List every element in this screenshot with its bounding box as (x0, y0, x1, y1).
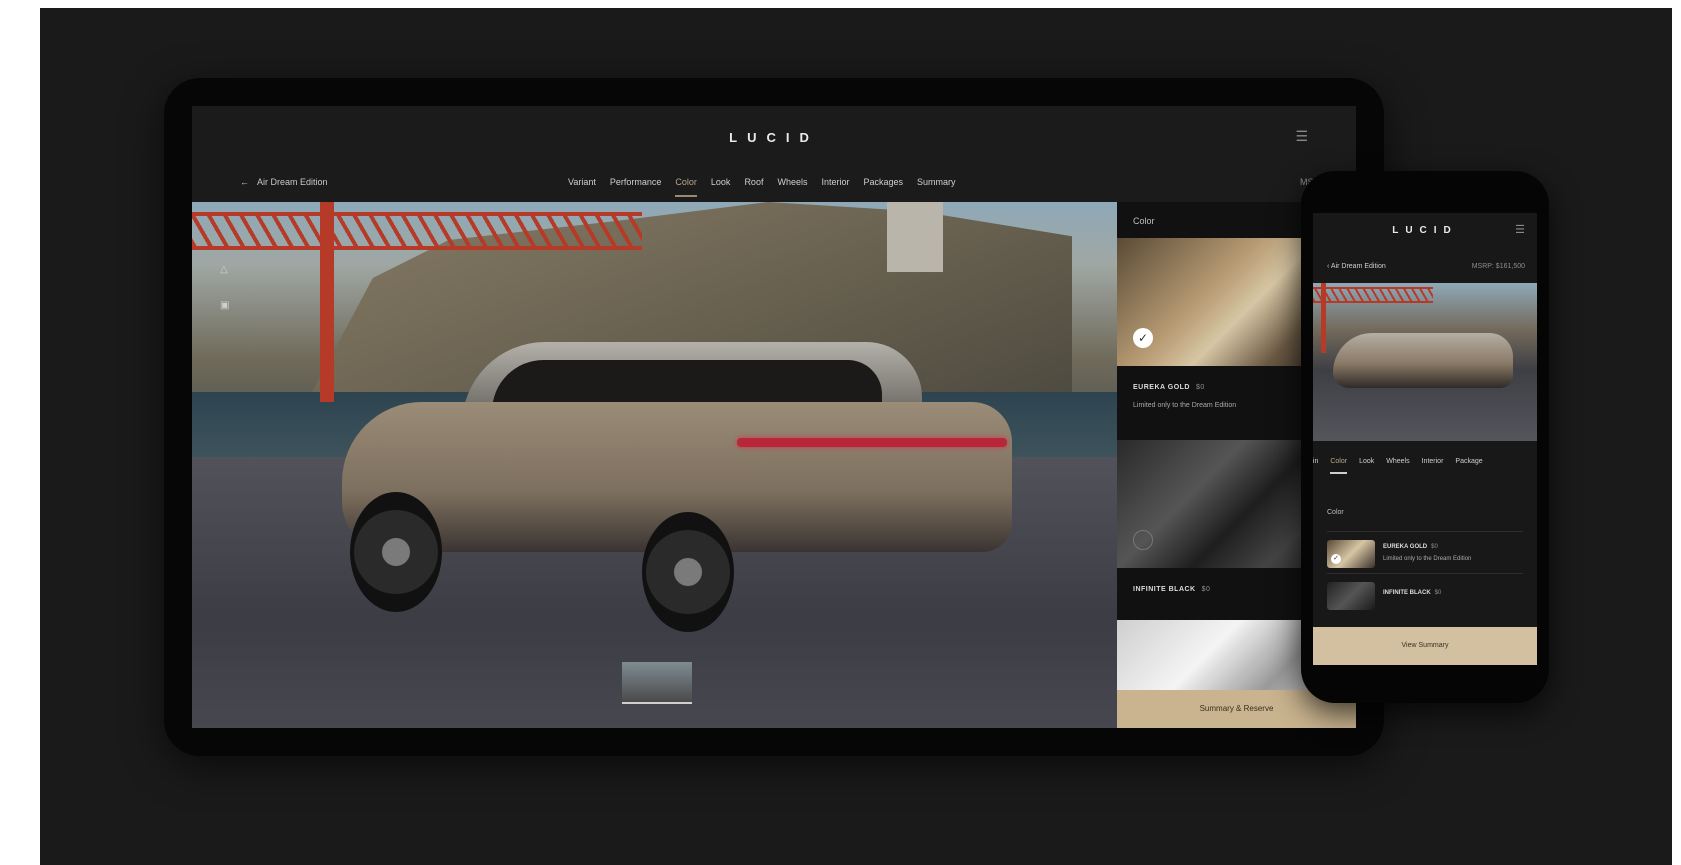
car-render (1333, 333, 1513, 388)
color-price: $0 (1201, 586, 1211, 593)
color-price: $0 (1195, 384, 1205, 391)
color-option-gold[interactable]: ✓ EUREKA GOLD $0 Limited only to the Drea… (1327, 531, 1523, 574)
tab-look[interactable]: Look (711, 177, 731, 187)
tab-color[interactable]: Color (1330, 458, 1347, 474)
car-wheel-rear (642, 512, 734, 632)
tab-look[interactable]: Look (1359, 458, 1374, 465)
section-label: Color (1327, 509, 1344, 516)
color-description: Limited only to the Dream Edition (1133, 402, 1237, 409)
color-name: EUREKA GOLD $0 (1133, 384, 1205, 391)
phone-device: LUCID ☰ ‹ Air Dream Edition MSRP: $161,5… (1301, 171, 1549, 703)
phone-screen: LUCID ☰ ‹ Air Dream Edition MSRP: $161,5… (1313, 213, 1537, 665)
tab-packages[interactable]: Package (1455, 458, 1482, 465)
check-icon: ✓ (1331, 554, 1341, 564)
color-name-label: INFINITE BLACK (1383, 590, 1431, 596)
camera-icon[interactable]: ▣ (220, 300, 229, 311)
configurator-tabs: Variant Performance Color Look Roof Whee… (568, 177, 956, 197)
back-link[interactable]: ‹ Air Dream Edition (1327, 263, 1386, 270)
tab-wheels[interactable]: Wheels (777, 177, 807, 187)
tab-performance[interactable]: Performance (610, 177, 662, 187)
back-label: Air Dream Edition (1330, 263, 1386, 270)
bridge-deck (192, 212, 642, 250)
car-hero-image[interactable]: △ ▣ (192, 202, 1117, 728)
back-label: Air Dream Edition (257, 177, 328, 187)
check-icon: ✓ (1133, 328, 1153, 348)
color-swatch (1327, 582, 1375, 610)
brand-logo[interactable]: LUCID (1313, 225, 1537, 236)
back-link[interactable]: ← Air Dream Edition (240, 177, 328, 187)
bridge-deck (1313, 287, 1433, 303)
tab-variant[interactable]: Variant (568, 177, 596, 187)
tab-packages[interactable]: Packages (863, 177, 903, 187)
configurator-tabs: ain Color Look Wheels Interior Package (1313, 458, 1483, 474)
car-taillight (737, 438, 1007, 447)
tab-roof[interactable]: Roof (744, 177, 763, 187)
view-summary-button[interactable]: View Summary (1313, 627, 1537, 665)
hamburger-icon[interactable]: ☰ (1515, 223, 1525, 236)
chevron-left-icon: ‹ (1327, 263, 1330, 270)
radio-circle-icon[interactable] (1133, 530, 1153, 550)
color-name: INFINITE BLACK $0 (1133, 586, 1210, 593)
hamburger-icon[interactable]: ☰ (1295, 128, 1308, 145)
tab-interior[interactable]: Interior (821, 177, 849, 187)
tab-interior[interactable]: Interior (1422, 458, 1444, 465)
tab-summary[interactable]: Summary (917, 177, 956, 187)
tab-wheels[interactable]: Wheels (1386, 458, 1409, 465)
tablet-device: LUCID ☰ ← Air Dream Edition Variant Perf… (164, 78, 1384, 756)
msrp-price: MSRP: $161,500 (1471, 263, 1525, 270)
section-label: Color (1133, 216, 1155, 226)
color-option-black[interactable]: INFINITE BLACK $0 (1327, 573, 1523, 616)
gallery-thumbnail[interactable] (622, 662, 692, 704)
tab-color[interactable]: Color (675, 177, 697, 197)
color-name: INFINITE BLACK $0 (1383, 590, 1441, 596)
color-name-label: EUREKA GOLD (1133, 384, 1190, 391)
tab-partial[interactable]: ain (1313, 458, 1318, 465)
color-name-label: INFINITE BLACK (1133, 586, 1196, 593)
arrow-left-icon: ← (240, 177, 249, 187)
car-hero-image[interactable] (1313, 283, 1537, 441)
showcase-stage: LUCID ☰ ← Air Dream Edition Variant Perf… (40, 8, 1672, 865)
bridge-tower (1321, 283, 1326, 353)
brand-logo[interactable]: LUCID (192, 130, 1356, 145)
car-render (342, 342, 1012, 632)
color-price: $0 (1434, 590, 1442, 596)
3d-view-icon[interactable]: △ (220, 264, 228, 275)
color-name: EUREKA GOLD $0 (1383, 544, 1438, 550)
color-name-label: EUREKA GOLD (1383, 544, 1428, 550)
car-wheel-front (350, 492, 442, 612)
color-price: $0 (1431, 544, 1438, 550)
bridge-tower (320, 202, 334, 402)
tablet-screen: LUCID ☰ ← Air Dream Edition Variant Perf… (192, 106, 1356, 728)
concrete-pillar (887, 202, 943, 272)
color-description: Limited only to the Dream Edition (1383, 556, 1472, 562)
